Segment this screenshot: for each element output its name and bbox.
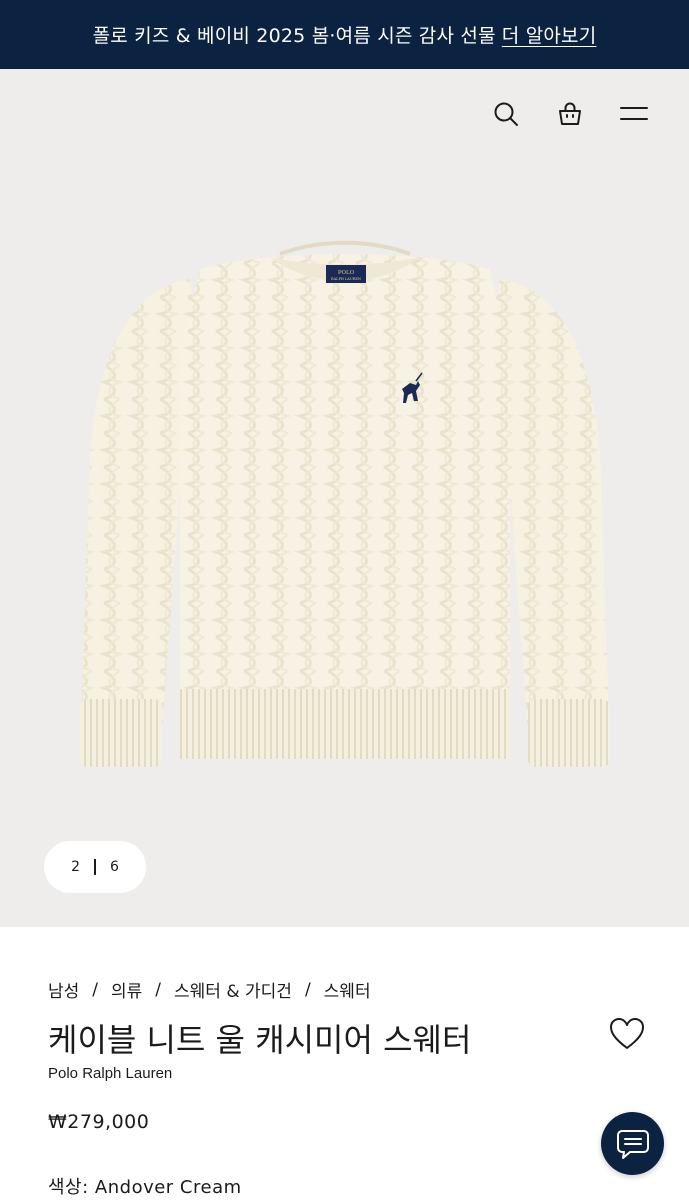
color-selection: 색상: Andover Cream xyxy=(48,1173,242,1199)
color-label: 색상: xyxy=(48,1177,89,1198)
pager-divider xyxy=(94,859,96,875)
chat-button[interactable] xyxy=(601,1112,664,1175)
product-title: 케이블 니트 울 캐시미어 스웨터 xyxy=(48,1021,472,1059)
product-brand[interactable]: Polo Ralph Lauren xyxy=(48,1065,172,1082)
header-actions xyxy=(491,99,649,129)
product-image[interactable]: POLO RALPH LAUREN xyxy=(70,229,620,789)
promo-banner: 폴로 키즈 & 베이비 2025 봄·여름 시즌 감사 선물 더 알아보기 xyxy=(0,0,689,69)
gallery-pager[interactable]: 2 6 xyxy=(44,841,146,893)
product-price: ₩279,000 xyxy=(48,1111,150,1133)
pager-current: 2 xyxy=(71,859,80,875)
promo-learn-more-link[interactable]: 더 알아보기 xyxy=(502,21,597,48)
label-line2: RALPH LAUREN xyxy=(331,277,361,281)
breadcrumb-item-sweaters-cardigans[interactable]: 스웨터 & 가디건 xyxy=(174,977,292,1002)
product-info: 남성 / 의류 / 스웨터 & 가디건 / 스웨터 케이블 니트 울 캐시미어 … xyxy=(0,927,689,1200)
breadcrumb-item-men[interactable]: 남성 xyxy=(48,977,79,1002)
pager-total: 6 xyxy=(110,859,119,875)
color-value: Andover Cream xyxy=(94,1177,242,1198)
breadcrumb: 남성 / 의류 / 스웨터 & 가디건 / 스웨터 xyxy=(48,977,371,1003)
shopping-bag-icon[interactable] xyxy=(555,99,585,129)
breadcrumb-item-clothing[interactable]: 의류 xyxy=(111,977,142,1002)
breadcrumb-separator: / xyxy=(155,979,162,1000)
promo-text: 폴로 키즈 & 베이비 2025 봄·여름 시즌 감사 선물 xyxy=(92,25,496,47)
search-icon[interactable] xyxy=(491,99,521,129)
breadcrumb-item-sweaters[interactable]: 스웨터 xyxy=(324,977,371,1002)
chat-bubble-icon xyxy=(616,1129,649,1159)
breadcrumb-separator: / xyxy=(304,979,311,1000)
wishlist-heart-icon[interactable] xyxy=(609,1017,645,1051)
menu-icon[interactable] xyxy=(619,99,649,129)
label-line1: POLO xyxy=(338,270,355,276)
breadcrumb-separator: / xyxy=(92,979,99,1000)
product-gallery: POLO RALPH LAUREN 2 6 xyxy=(0,69,689,927)
